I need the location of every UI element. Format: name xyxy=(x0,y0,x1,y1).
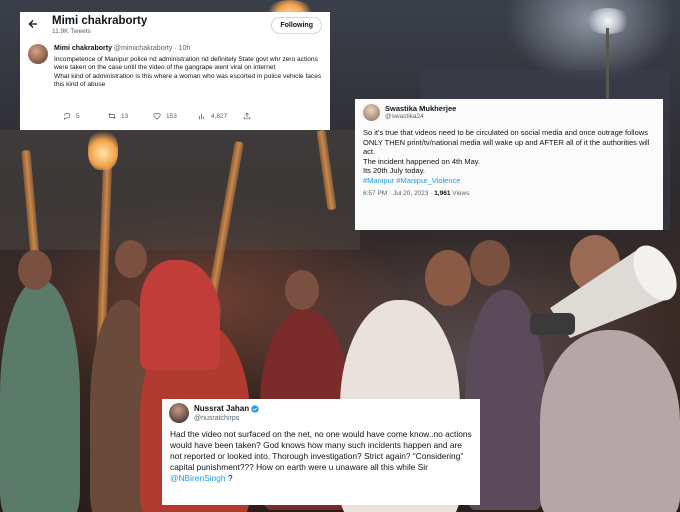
like-count: 153 xyxy=(166,112,177,120)
reply-count: 5 xyxy=(76,112,80,120)
views-count: 1,961 xyxy=(434,190,451,197)
views-count: 4,827 xyxy=(211,112,228,120)
share-button[interactable] xyxy=(243,112,288,120)
reply-button[interactable]: 5 xyxy=(63,112,108,120)
profile-header-name: Mimi chakraborty xyxy=(52,14,148,27)
hashtags[interactable]: #Manipur #Manipur_Violence xyxy=(363,176,655,186)
mention-link[interactable]: @NBirenSingh xyxy=(170,473,226,483)
tweet-card-mimi: Mimi chakraborty 11.9K Tweets Following … xyxy=(20,12,330,130)
author-handle[interactable]: @mimichakraborty xyxy=(114,45,172,52)
heart-icon xyxy=(153,112,161,120)
reply-icon xyxy=(63,112,71,120)
retweet-button[interactable]: 13 xyxy=(108,112,153,120)
avatar[interactable] xyxy=(28,44,48,64)
author-handle[interactable]: @swastika24 xyxy=(385,113,456,121)
views-icon xyxy=(199,113,204,120)
tweet-time[interactable]: 10h xyxy=(179,45,191,52)
like-button[interactable]: 153 xyxy=(153,112,198,120)
tweet-count: 11.9K Tweets xyxy=(52,27,91,35)
author-name[interactable]: Swastika Mukherjee xyxy=(385,104,456,113)
megaphone xyxy=(530,245,677,338)
profile-header: Mimi chakraborty 11.9K Tweets Following xyxy=(20,12,330,38)
share-icon xyxy=(243,112,251,120)
arrow-left-icon[interactable] xyxy=(28,19,42,32)
avatar[interactable] xyxy=(363,104,380,121)
tweet-meta: Mimi chakraborty @mimichakraborty · 10h xyxy=(54,45,191,52)
tweet-timestamp: 6:57 PM · Jul 20, 2023 · 1,961 Views xyxy=(363,190,470,197)
following-button[interactable]: Following xyxy=(271,16,322,34)
author-handle[interactable]: @nusratchirps xyxy=(194,414,259,423)
author-name[interactable]: Mimi chakraborty xyxy=(54,45,112,52)
verified-badge-icon xyxy=(251,404,259,413)
author-name[interactable]: Nussrat Jahan xyxy=(194,404,249,414)
tweet-card-swastika: Swastika Mukherjee @swastika24 So it's t… xyxy=(355,99,663,230)
tweet-text: So it's true that videos need to be circ… xyxy=(355,121,663,185)
tweet-actions: 5 13 153 4,827 xyxy=(63,112,288,120)
tweet-text: Had the video not surfaced on the net, n… xyxy=(170,429,472,483)
tweet-card-nussrat: Nussrat Jahan @nusratchirps Had the vide… xyxy=(162,399,480,505)
retweet-count: 13 xyxy=(121,112,129,120)
retweet-icon xyxy=(108,113,116,119)
tweet-text: Incompetence of Manipur police nd admini… xyxy=(54,56,322,88)
avatar[interactable] xyxy=(169,403,189,423)
views-button[interactable]: 4,827 xyxy=(198,112,243,120)
